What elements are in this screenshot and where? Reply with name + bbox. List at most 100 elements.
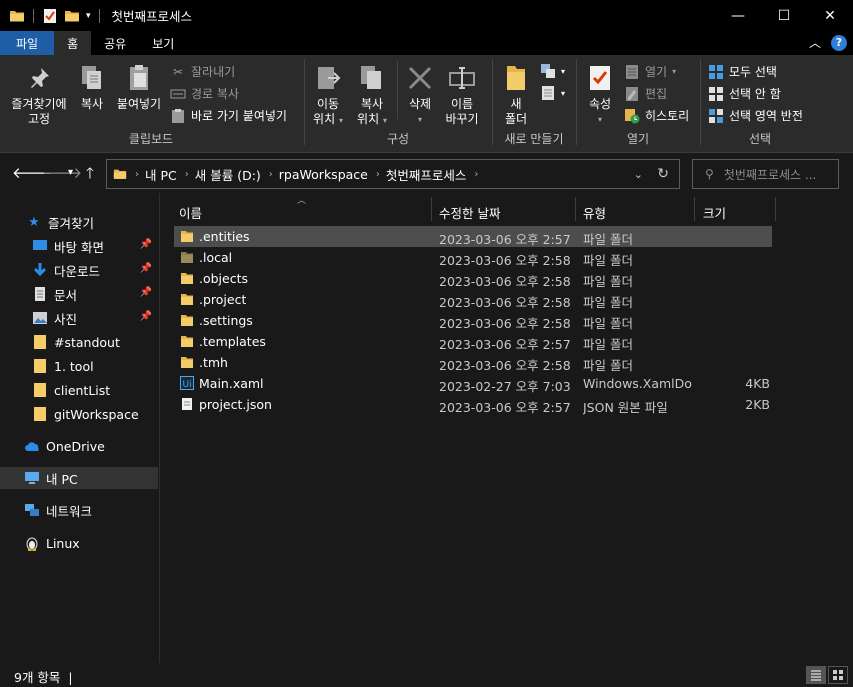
file-row[interactable]: .settings 2023-03-06 오후 2:58 파일 폴더: [174, 310, 772, 331]
paste-shortcut-button[interactable]: 바로 가기 붙여넣기: [170, 107, 287, 124]
nav-this-pc-label: 내 PC: [46, 471, 78, 487]
pin-label-2: 고정: [27, 112, 51, 126]
column-header-modified[interactable]: 수정한 날짜: [439, 203, 500, 222]
history-button[interactable]: 히스토리: [624, 107, 689, 124]
copy-button[interactable]: 복사: [74, 63, 110, 112]
nav-network[interactable]: 네트워크: [0, 499, 158, 521]
title-bar: ▾ 첫번째프로세스 — ☐ ✕: [0, 0, 853, 31]
chevron-right-icon[interactable]: ›: [135, 169, 139, 180]
column-divider[interactable]: [775, 197, 776, 221]
move-to-button[interactable]: 이동 위치 ▾: [306, 63, 350, 128]
collapse-ribbon-icon[interactable]: ︿: [809, 34, 821, 51]
column-divider[interactable]: [575, 197, 576, 221]
nav-item-folder[interactable]: clientList: [0, 379, 158, 401]
address-bar[interactable]: › 내 PC › 새 볼륨 (D:) › rpaWorkspace › 첫번째프…: [106, 159, 680, 189]
delete-button[interactable]: 삭제 ▾: [400, 63, 440, 127]
new-folder-button[interactable]: 새 폴더: [496, 63, 536, 127]
rename-button[interactable]: 이름 바꾸기: [440, 63, 484, 127]
nav-item-pictures[interactable]: 사진 📌: [0, 307, 158, 329]
edit-icon: [624, 86, 640, 102]
file-list: ︿ 이름 수정한 날짜 유형 크기 .entities 2023-03-06 오후…: [161, 193, 853, 663]
paste-button[interactable]: 붙여넣기: [112, 63, 166, 112]
edit-button[interactable]: 편집: [624, 85, 667, 102]
column-header-size[interactable]: 크기: [703, 203, 726, 222]
chevron-right-icon[interactable]: ›: [474, 169, 478, 180]
new-folder-label-1: 새: [510, 97, 522, 111]
nav-item-folder[interactable]: gitWorkspace: [0, 403, 158, 425]
file-modified: 2023-03-06 오후 2:58: [439, 274, 571, 289]
address-dropdown-icon[interactable]: ⌄: [634, 168, 643, 181]
refresh-icon[interactable]: ↻: [657, 166, 669, 182]
minimize-button[interactable]: —: [715, 0, 761, 31]
chevron-right-icon[interactable]: ›: [376, 169, 380, 180]
tab-home[interactable]: 홈: [54, 31, 92, 55]
file-name: .settings: [199, 313, 253, 328]
new-folder-quick-icon[interactable]: [64, 8, 80, 24]
tab-share[interactable]: 공유: [91, 31, 139, 55]
copy-path-button[interactable]: 경로 복사: [170, 85, 239, 102]
search-box[interactable]: ⚲ 첫번째프로세스 ...: [692, 159, 839, 189]
column-divider[interactable]: [431, 197, 432, 221]
cut-button[interactable]: ✂ 잘라내기: [170, 63, 235, 80]
breadcrumb-current[interactable]: 첫번째프로세스: [386, 165, 467, 184]
maximize-button[interactable]: ☐: [761, 0, 807, 31]
file-row[interactable]: .local 2023-03-06 오후 2:58 파일 폴더: [174, 247, 772, 268]
recent-locations-icon[interactable]: ▾: [68, 167, 73, 178]
organize-group: 이동 위치 ▾ 복사 위치 ▾ 삭제 ▾ 이름 바꾸기 구성: [306, 57, 490, 151]
column-header-name[interactable]: 이름: [179, 203, 202, 222]
new-folder-label-2: 폴더: [504, 112, 528, 126]
nav-item-folder[interactable]: 1. tool: [0, 355, 158, 377]
easy-access-button[interactable]: ▾: [540, 85, 565, 101]
copy-to-button[interactable]: 복사 위치 ▾: [350, 63, 394, 128]
properties-button[interactable]: 속성 ▾: [580, 63, 620, 127]
file-row[interactable]: .entities 2023-03-06 오후 2:57 파일 폴더: [174, 226, 772, 247]
file-modified: 2023-03-06 오후 2:58: [439, 316, 571, 331]
file-row[interactable]: .tmh 2023-03-06 오후 2:58 파일 폴더: [174, 352, 772, 373]
nav-item-desktop[interactable]: 바탕 화면 📌: [0, 235, 158, 257]
file-name: .templates: [199, 334, 266, 349]
properties-quick-icon[interactable]: [42, 8, 58, 24]
nav-onedrive-label: OneDrive: [46, 438, 105, 454]
large-icons-view-icon[interactable]: [828, 666, 848, 684]
pin-icon: 📌: [139, 287, 152, 298]
forward-icon[interactable]: 🡒: [42, 163, 82, 182]
breadcrumb-this-pc[interactable]: 내 PC: [145, 165, 177, 184]
nav-this-pc[interactable]: 내 PC: [0, 467, 158, 489]
file-name: .objects: [199, 271, 249, 286]
file-row[interactable]: .objects 2023-03-06 오후 2:58 파일 폴더: [174, 268, 772, 289]
tab-view[interactable]: 보기: [139, 31, 187, 55]
nav-item-documents[interactable]: 문서 📌: [0, 283, 158, 305]
details-view-icon[interactable]: [806, 666, 826, 684]
chevron-right-icon[interactable]: ›: [269, 169, 273, 180]
new-item-button[interactable]: ▾: [540, 63, 565, 79]
nav-quick-access[interactable]: ★ 즐겨찾기: [0, 211, 158, 233]
breadcrumb-workspace[interactable]: rpaWorkspace: [279, 167, 368, 182]
column-header-type[interactable]: 유형: [583, 203, 606, 222]
invert-selection-button[interactable]: 선택 영역 반전: [708, 107, 803, 124]
up-icon[interactable]: 🡑: [86, 163, 94, 188]
breadcrumb-drive[interactable]: 새 볼륨 (D:): [195, 165, 261, 184]
select-all-button[interactable]: 모두 선택: [708, 63, 777, 80]
close-button[interactable]: ✕: [807, 0, 853, 31]
open-button[interactable]: 열기 ▾: [624, 63, 676, 80]
file-row[interactable]: .project 2023-03-06 오후 2:58 파일 폴더: [174, 289, 772, 310]
file-row[interactable]: .templates 2023-03-06 오후 2:57 파일 폴더: [174, 331, 772, 352]
nav-onedrive[interactable]: OneDrive: [0, 435, 158, 457]
file-row[interactable]: Ui Main.xaml 2023-02-27 오후 7:03 Windows.Xam…: [174, 373, 772, 394]
new-item-icon: [540, 63, 556, 79]
pin-to-quick-access-button[interactable]: 즐겨찾기에 고정: [6, 63, 72, 127]
nav-linux[interactable]: Linux: [0, 532, 158, 554]
file-row[interactable]: project.json 2023-03-06 오후 2:57 JSON 원본 파일…: [174, 394, 772, 415]
ribbon-divider: [576, 59, 577, 145]
star-icon: ★: [28, 214, 40, 230]
tab-file[interactable]: 파일: [0, 31, 55, 55]
window-title: 첫번째프로세스: [111, 9, 193, 24]
nav-item-folder[interactable]: #standout: [0, 331, 158, 353]
help-icon[interactable]: ?: [831, 34, 847, 51]
nav-item-downloads[interactable]: 다운로드 📌: [0, 259, 158, 281]
folder-icon: [32, 334, 48, 350]
select-none-button[interactable]: 선택 안 함: [708, 85, 781, 102]
column-divider[interactable]: [694, 197, 695, 221]
chevron-right-icon[interactable]: ›: [185, 169, 189, 180]
quick-access-dropdown-icon[interactable]: ▾: [86, 11, 91, 21]
